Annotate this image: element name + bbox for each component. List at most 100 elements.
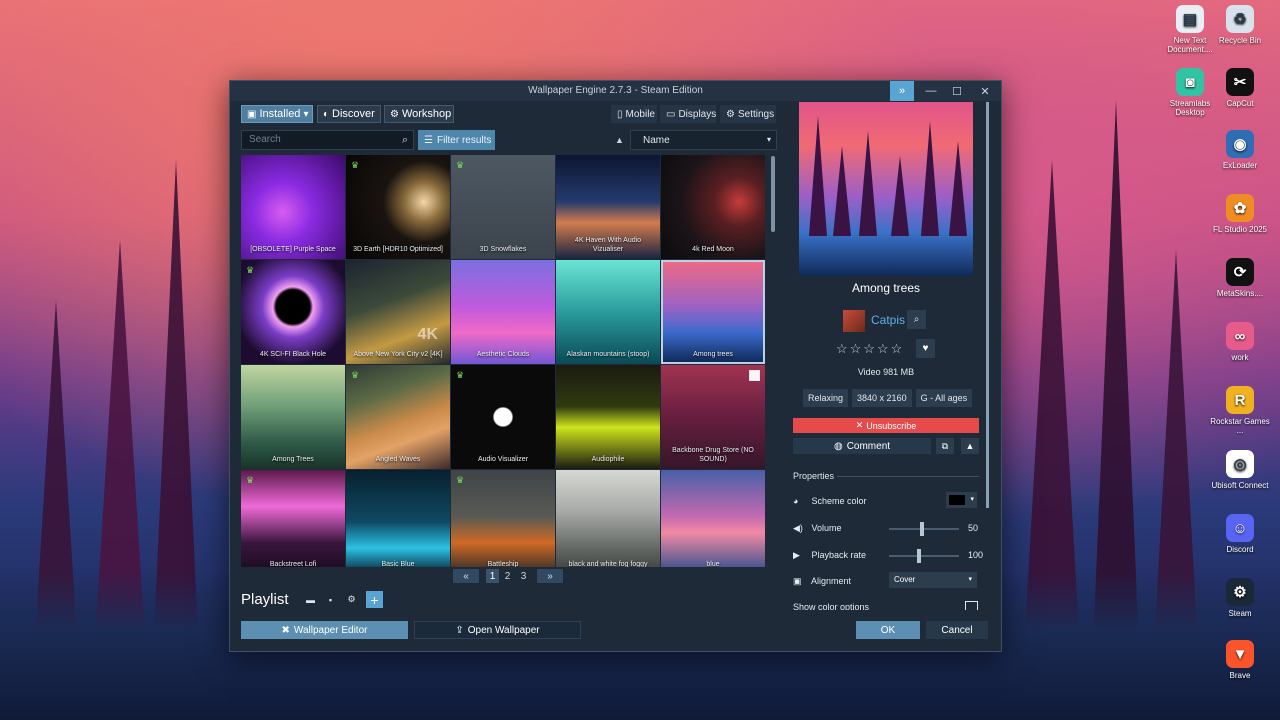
- wallpaper-tile[interactable]: ♛ Battleship: [451, 470, 555, 567]
- show-color-options-checkbox[interactable]: [965, 601, 978, 610]
- wallpaper-tile[interactable]: Among trees: [661, 260, 765, 364]
- alignment-select[interactable]: Cover ▾: [889, 572, 977, 588]
- unsubscribe-button[interactable]: ✕ Unsubscribe: [793, 418, 979, 433]
- slider-handle[interactable]: [920, 522, 924, 536]
- rating-stars[interactable]: ☆☆☆☆☆: [836, 341, 904, 357]
- expand-icon[interactable]: »: [890, 81, 914, 101]
- ok-button[interactable]: OK: [856, 621, 920, 639]
- slider-handle[interactable]: [917, 549, 921, 563]
- page-button[interactable]: 1: [486, 569, 499, 583]
- discover-tab[interactable]: ◐ Discover: [317, 105, 381, 123]
- avatar[interactable]: [843, 310, 865, 332]
- desktop-shortcut[interactable]: ◉ ExLoader: [1210, 130, 1270, 170]
- wallpaper-tile[interactable]: ♛ 3D Snowflakes: [451, 155, 555, 259]
- wallpaper-editor-button[interactable]: ✖ Wallpaper Editor: [241, 621, 408, 639]
- search-icon[interactable]: ⌕: [907, 310, 926, 329]
- streamlabs-icon: ◙: [1176, 68, 1204, 96]
- installed-tab[interactable]: ▣ Installed ▾: [241, 105, 313, 123]
- open-wallpaper-button[interactable]: ⇪ Open Wallpaper: [414, 621, 581, 639]
- tag-badge[interactable]: 3840 x 2160: [852, 389, 912, 407]
- page-button[interactable]: 3: [517, 569, 530, 583]
- steam-icon: ⚙: [390, 108, 399, 120]
- volume-slider[interactable]: [889, 522, 959, 536]
- desktop-shortcut-label: Recycle Bin: [1218, 36, 1262, 45]
- wallpaper-tile-label: Audiophile: [591, 456, 625, 463]
- alignment-label: Alignment: [811, 576, 852, 586]
- capcut-icon: ✂: [1226, 68, 1254, 96]
- wallpaper-tile[interactable]: 4K Haven With Audio Vizualiser: [556, 155, 660, 259]
- search-input[interactable]: Search ⌕: [241, 130, 414, 150]
- desktop-shortcut-label: Rockstar Games ...: [1210, 417, 1270, 435]
- wallpaper-tile[interactable]: Backbone Drug Store (NO SOUND): [661, 365, 765, 469]
- workshop-tab[interactable]: ⚙ Workshop: [384, 105, 454, 123]
- resolution-overlay: 4K: [417, 326, 438, 343]
- author-link[interactable]: Catpis: [871, 313, 905, 327]
- wallpaper-tile[interactable]: ♛ Angled Waves: [346, 365, 450, 469]
- displays-button[interactable]: ▭ Displays: [660, 105, 716, 123]
- wallpaper-tile[interactable]: 4K Above New York City v2 [4K]: [346, 260, 450, 364]
- tag-list: Relaxing 3840 x 2160 G - All ages: [803, 389, 973, 407]
- page-button[interactable]: 2: [501, 569, 514, 583]
- warning-icon[interactable]: ▲: [961, 438, 979, 454]
- mobile-button[interactable]: ▯ Mobile: [611, 105, 657, 123]
- minimize-button[interactable]: —: [918, 81, 944, 101]
- desktop-shortcut[interactable]: ◎ Ubisoft Connect: [1210, 450, 1270, 490]
- desktop-shortcut[interactable]: ▼ Brave: [1210, 640, 1270, 680]
- wallpaper-tile[interactable]: Alaskan mountains (stoop): [556, 260, 660, 364]
- wallpaper-tile[interactable]: ♛ 3D Earth [HDR10 Optimized]: [346, 155, 450, 259]
- wallpaper-tile[interactable]: [OBSOLETE] Purple Space: [241, 155, 345, 259]
- wallpaper-tile[interactable]: Audiophile: [556, 365, 660, 469]
- scheme-color-picker[interactable]: ▾: [946, 492, 977, 508]
- brave-icon: ▼: [1226, 640, 1254, 668]
- window-title: Wallpaper Engine 2.7.3 - Steam Edition: [528, 85, 703, 96]
- tag-badge[interactable]: G - All ages: [915, 389, 973, 407]
- close-button[interactable]: ✕: [972, 81, 998, 101]
- add-playlist-button[interactable]: +: [366, 591, 383, 608]
- folder-icon[interactable]: ▬: [302, 591, 319, 608]
- wallpaper-tile[interactable]: ♛ Backstreet Lofi: [241, 470, 345, 567]
- desktop-shortcut[interactable]: ☺ Discord: [1210, 514, 1270, 554]
- desktop-shortcut[interactable]: ⟳ MetaSkins....: [1210, 258, 1270, 298]
- trophy-icon: ♛: [246, 475, 255, 485]
- wallpaper-tile-label: 4K Haven With Audio Vizualiser: [574, 237, 642, 253]
- maximize-button[interactable]: ☐: [944, 81, 970, 101]
- playback-rate-slider[interactable]: [889, 549, 959, 563]
- favorite-heart-icon[interactable]: ♥: [916, 339, 935, 358]
- wallpaper-tile[interactable]: blue: [661, 470, 765, 567]
- wallpaper-tile[interactable]: 4k Red Moon: [661, 155, 765, 259]
- exloader-icon: ◉: [1226, 130, 1254, 158]
- wallpaper-tile[interactable]: ♛ Audio Visualizer: [451, 365, 555, 469]
- wallpaper-tile[interactable]: Basic Blue: [346, 470, 450, 567]
- tag-badge[interactable]: Relaxing: [803, 389, 849, 407]
- title-bar[interactable]: Wallpaper Engine 2.7.3 - Steam Edition »…: [230, 81, 1001, 101]
- desktop-shortcut[interactable]: ✿ FL Studio 2025: [1210, 194, 1270, 234]
- desktop-shortcut[interactable]: ⚙ Steam: [1210, 578, 1270, 618]
- properties-scrollbar[interactable]: [986, 102, 989, 508]
- desktop-shortcut[interactable]: ✂ CapCut: [1210, 68, 1270, 108]
- filter-results-button[interactable]: ☰ Filter results: [418, 130, 495, 150]
- wallpaper-engine-window: Wallpaper Engine 2.7.3 - Steam Edition »…: [229, 80, 1002, 652]
- select-checkbox[interactable]: [749, 370, 760, 381]
- copy-icon[interactable]: ⧉: [936, 438, 954, 454]
- chevron-down-icon: ▾: [968, 576, 972, 583]
- wallpaper-tile[interactable]: ♛ 4K SCI-FI Black Hole: [241, 260, 345, 364]
- playlist-settings-icon[interactable]: ⚙: [343, 591, 360, 608]
- search-icon[interactable]: ⌕: [402, 134, 408, 147]
- wallpaper-tile[interactable]: black and white fog foggy: [556, 470, 660, 567]
- sort-select[interactable]: Name ▾: [630, 130, 777, 150]
- sort-direction-icon[interactable]: ▲: [615, 135, 624, 145]
- next-page-button[interactable]: »: [537, 569, 563, 583]
- desktop-shortcut[interactable]: R Rockstar Games ...: [1210, 386, 1270, 435]
- tree-shape: [833, 146, 851, 236]
- comment-button[interactable]: ◍ Comment: [793, 438, 931, 454]
- wallpaper-tile[interactable]: Aesthetic Clouds: [451, 260, 555, 364]
- wallpaper-title: Among trees: [851, 281, 921, 295]
- cancel-button[interactable]: Cancel: [926, 621, 988, 639]
- desktop-shortcut[interactable]: ♻ Recycle Bin: [1210, 5, 1270, 45]
- save-icon[interactable]: ▪: [322, 591, 339, 608]
- grid-scrollbar[interactable]: [771, 156, 775, 232]
- wallpaper-tile[interactable]: Among Trees: [241, 365, 345, 469]
- prev-page-button[interactable]: «: [453, 569, 479, 583]
- settings-button[interactable]: ⚙ Settings: [720, 105, 776, 123]
- desktop-shortcut[interactable]: ∞ work: [1210, 322, 1270, 362]
